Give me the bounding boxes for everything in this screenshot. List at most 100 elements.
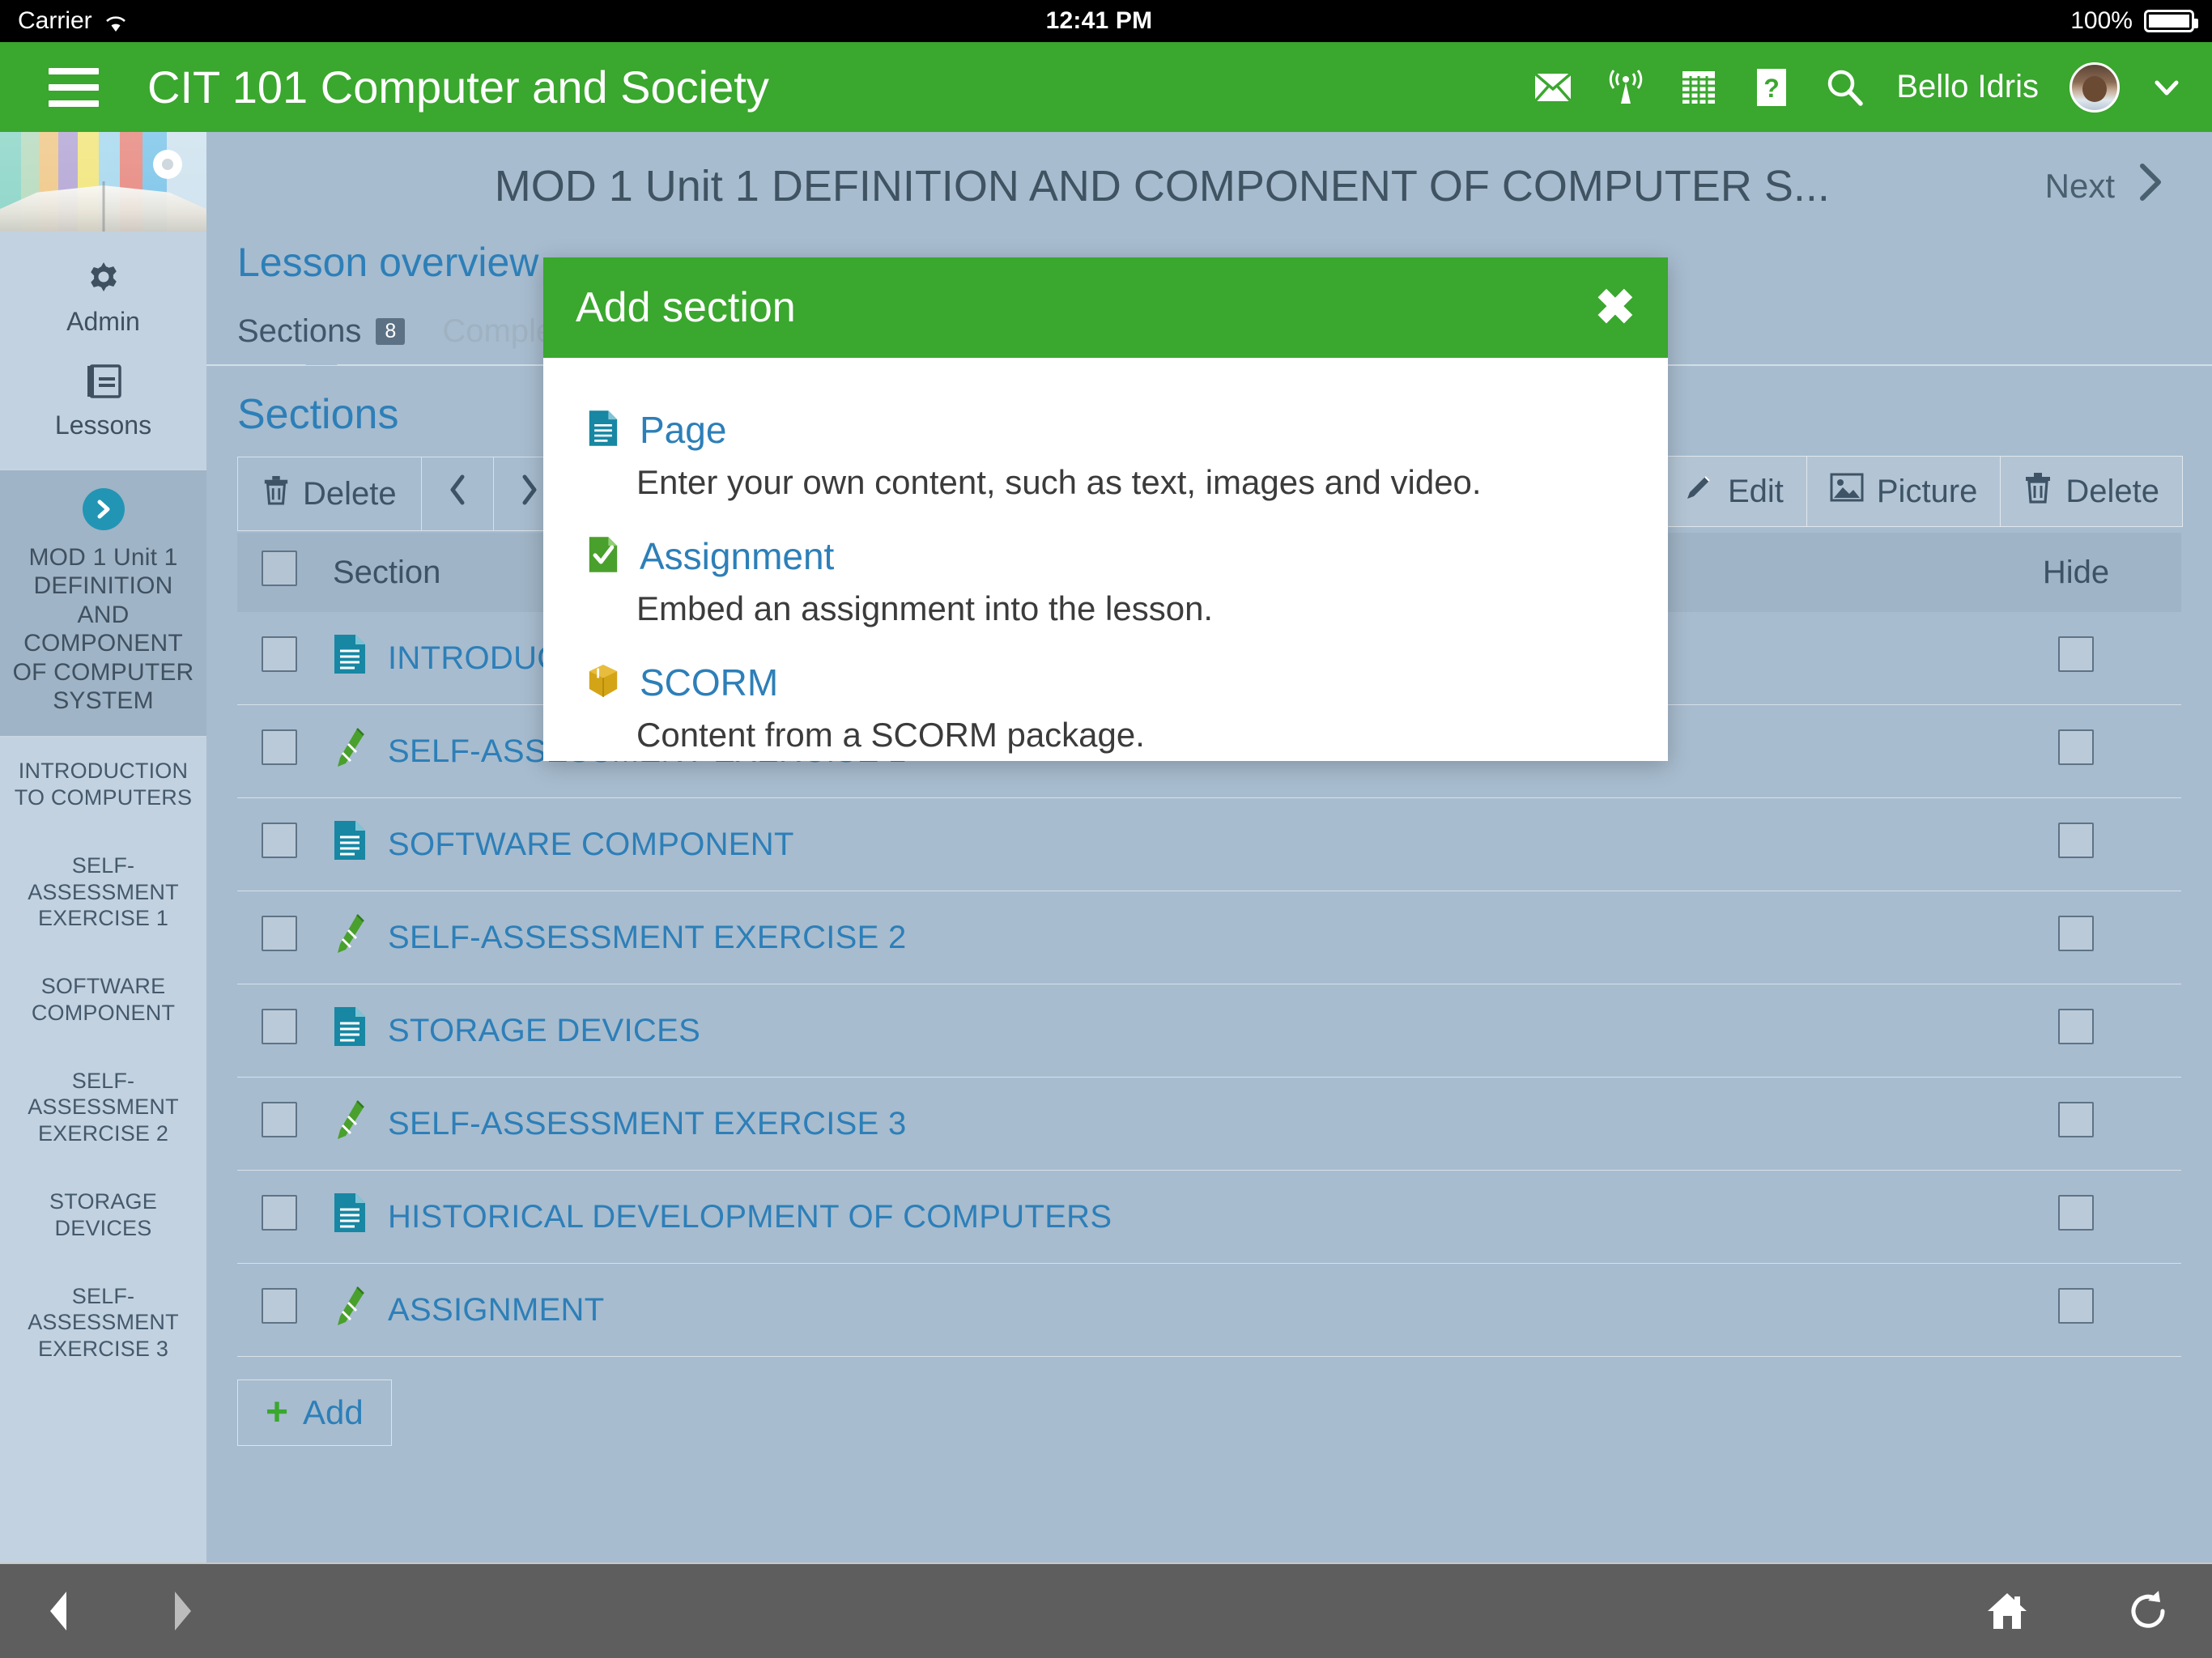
row-hide-checkbox[interactable] xyxy=(2058,1009,2094,1044)
option-assignment-label[interactable]: Assignment xyxy=(640,534,834,578)
hamburger-menu-icon[interactable] xyxy=(49,67,99,107)
chevron-left-icon xyxy=(446,472,469,516)
option-page: Page Enter your own content, such as tex… xyxy=(588,408,1668,502)
tab-sections[interactable]: Sections 8 xyxy=(237,313,406,364)
row-hide-checkbox[interactable] xyxy=(2058,729,2094,765)
section-link[interactable]: ASSIGNMENT xyxy=(333,1285,1971,1335)
sidebar-link-4[interactable]: STORAGE DEVICES xyxy=(0,1167,206,1262)
trash-icon xyxy=(262,474,290,513)
app-root: Carrier 12:41 PM 100% CIT 101 Computer a… xyxy=(0,0,2212,1658)
row-select-checkbox[interactable] xyxy=(262,1195,297,1231)
option-scorm-head[interactable]: SCORM xyxy=(588,661,1668,704)
table-row[interactable]: HISTORICAL DEVELOPMENT OF COMPUTERS xyxy=(237,1170,2181,1264)
lessons-book-icon xyxy=(84,363,123,404)
next-button[interactable]: Next xyxy=(2045,159,2176,213)
broadcast-icon[interactable] xyxy=(1605,66,1647,108)
picture-button[interactable]: Picture xyxy=(1807,457,2001,526)
sidebar-item-admin[interactable]: Admin xyxy=(0,246,206,351)
carrier-label: Carrier xyxy=(18,7,92,34)
triangle-back-icon[interactable] xyxy=(42,1588,76,1634)
option-assignment-head[interactable]: Assignment xyxy=(588,534,1668,578)
sidebar-item-active-lesson[interactable]: MOD 1 Unit 1 DEFINITION AND COMPONENT OF… xyxy=(0,470,206,738)
row-select-checkbox[interactable] xyxy=(262,1009,297,1044)
lesson-header: MOD 1 Unit 1 DEFINITION AND COMPONENT OF… xyxy=(206,132,2212,227)
help-question-icon[interactable]: ? xyxy=(1750,66,1793,108)
sidebar-link-1[interactable]: SELF-ASSESSMENT EXERCISE 1 xyxy=(0,831,206,952)
section-link[interactable]: SOFTWARE COMPONENT xyxy=(333,819,1971,869)
status-bar-right: 100% xyxy=(2070,7,2198,35)
select-all-checkbox[interactable] xyxy=(262,551,297,586)
status-bar-left: Carrier xyxy=(18,7,128,35)
table-row[interactable]: ASSIGNMENT xyxy=(237,1263,2181,1357)
table-row[interactable]: SOFTWARE COMPONENT xyxy=(237,797,2181,891)
next-button-label: Next xyxy=(2044,167,2115,205)
table-row[interactable]: STORAGE DEVICES xyxy=(237,984,2181,1078)
row-select-checkbox[interactable] xyxy=(262,636,297,672)
table-delete-label: Delete xyxy=(303,475,397,512)
section-link[interactable]: SELF-ASSESSMENT EXERCISE 3 xyxy=(333,1099,1971,1149)
add-section-label: Add xyxy=(303,1393,364,1431)
sidebar-section-links: INTRODUCTION TO COMPUTERS SELF-ASSESSMEN… xyxy=(0,737,206,1383)
section-link[interactable]: STORAGE DEVICES xyxy=(333,1005,1971,1056)
sidebar-active-lesson-title: MOD 1 Unit 1 DEFINITION AND COMPONENT OF… xyxy=(12,544,194,714)
svg-text:?: ? xyxy=(1764,74,1780,103)
section-link[interactable]: SELF-ASSESSMENT EXERCISE 2 xyxy=(333,912,1971,963)
section-name: SELF-ASSESSMENT EXERCISE 3 xyxy=(388,1105,907,1141)
row-hide-checkbox[interactable] xyxy=(2058,823,2094,858)
chevron-right-circle-icon xyxy=(82,488,125,530)
add-section-button[interactable]: + Add xyxy=(237,1380,392,1446)
mail-icon[interactable] xyxy=(1532,66,1574,108)
sidebar-link-2[interactable]: SOFTWARE COMPONENT xyxy=(0,952,206,1047)
row-hide-checkbox[interactable] xyxy=(2058,1195,2094,1231)
page-document-icon xyxy=(333,1192,367,1242)
row-select-checkbox[interactable] xyxy=(262,1288,297,1324)
avatar[interactable] xyxy=(2069,62,2120,113)
page-title: CIT 101 Computer and Society xyxy=(147,62,769,113)
sidebar-nav: Admin Lessons xyxy=(0,232,206,470)
option-page-head[interactable]: Page xyxy=(588,408,1668,452)
row-hide-checkbox[interactable] xyxy=(2058,636,2094,672)
chevron-down-icon[interactable] xyxy=(2150,71,2183,104)
option-scorm-label[interactable]: SCORM xyxy=(640,661,778,704)
wifi-icon xyxy=(104,11,128,32)
table-row[interactable]: SELF-ASSESSMENT EXERCISE 3 xyxy=(237,1077,2181,1171)
row-hide-checkbox[interactable] xyxy=(2058,916,2094,951)
close-x-icon[interactable]: ✖ xyxy=(1595,283,1636,332)
sidebar-link-5[interactable]: SELF-ASSESSMENT EXERCISE 3 xyxy=(0,1262,206,1383)
app-header-bar: CIT 101 Computer and Society ? Bello Idr… xyxy=(0,42,2212,132)
edit-button[interactable]: Edit xyxy=(1660,457,1807,526)
row-select-checkbox[interactable] xyxy=(262,823,297,858)
modal-title: Add section xyxy=(576,284,796,331)
section-name: STORAGE DEVICES xyxy=(388,1012,701,1048)
chevron-right-icon xyxy=(518,472,541,516)
sidebar-link-0[interactable]: INTRODUCTION TO COMPUTERS xyxy=(0,737,206,831)
table-delete-button[interactable]: Delete xyxy=(238,457,422,530)
table-prev-page-button[interactable] xyxy=(422,457,494,530)
sidebar-link-3[interactable]: SELF-ASSESSMENT EXERCISE 2 xyxy=(0,1047,206,1167)
sidebar-item-lessons[interactable]: Lessons xyxy=(0,351,206,455)
page-document-icon xyxy=(333,819,367,869)
row-hide-checkbox[interactable] xyxy=(2058,1102,2094,1137)
column-header-hide: Hide xyxy=(1971,533,2181,612)
modal-header: Add section ✖ xyxy=(543,257,1668,358)
search-icon[interactable] xyxy=(1823,66,1865,108)
option-page-desc: Enter your own content, such as text, im… xyxy=(636,463,1482,501)
home-icon[interactable] xyxy=(1985,1590,2029,1632)
row-select-checkbox[interactable] xyxy=(262,1102,297,1137)
calendar-grid-icon[interactable] xyxy=(1678,66,1720,108)
table-row[interactable]: SELF-ASSESSMENT EXERCISE 2 xyxy=(237,891,2181,984)
gear-icon xyxy=(84,257,123,300)
triangle-forward-icon[interactable] xyxy=(165,1588,199,1634)
pen-assignment-icon xyxy=(333,1285,367,1335)
user-name-label[interactable]: Bello Idris xyxy=(1896,69,2039,105)
row-hide-checkbox[interactable] xyxy=(2058,1288,2094,1324)
option-page-label[interactable]: Page xyxy=(640,408,726,452)
browser-bottom-bar xyxy=(0,1562,2212,1658)
row-select-checkbox[interactable] xyxy=(262,916,297,951)
section-link[interactable]: HISTORICAL DEVELOPMENT OF COMPUTERS xyxy=(333,1192,1971,1242)
row-select-checkbox[interactable] xyxy=(262,729,297,765)
delete-button[interactable]: Delete xyxy=(2001,457,2182,526)
add-section-modal: Add section ✖ Page Enter your own conten… xyxy=(543,257,1668,761)
select-all-header xyxy=(237,533,333,612)
reload-icon[interactable] xyxy=(2126,1589,2170,1633)
